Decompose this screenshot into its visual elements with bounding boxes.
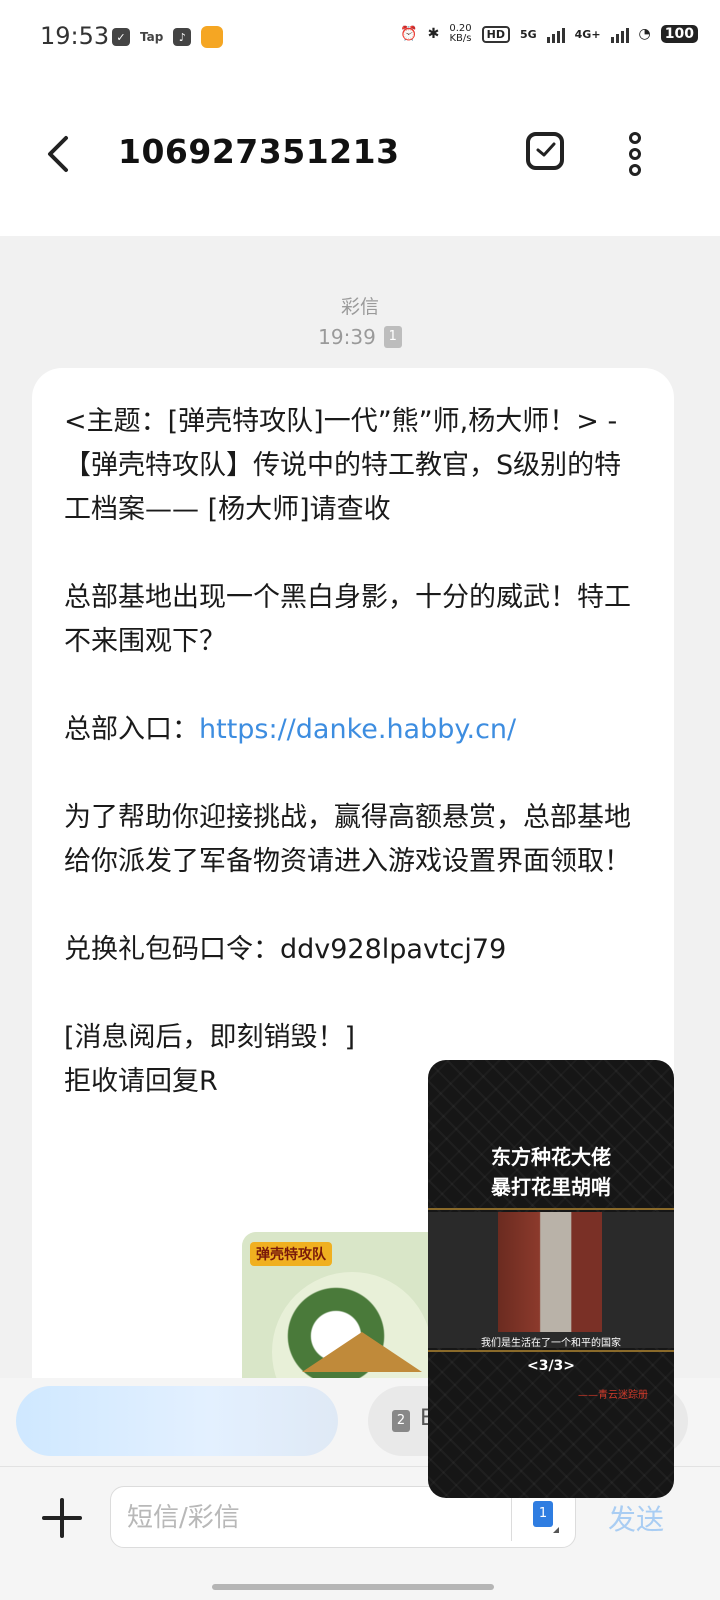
pip-title-line: 暴打花里胡哨 xyxy=(491,1175,611,1199)
signal-5g-label: 5G xyxy=(519,27,537,41)
gift-code-line: 兑换礼包码口令：ddv928lpavtcj79 xyxy=(64,934,507,965)
hd-icon: HD xyxy=(481,25,510,43)
send-button[interactable]: 发送 xyxy=(608,1498,664,1538)
pip-subtitle: ——青云迷踪册 xyxy=(578,1390,648,1401)
conversation-header: 106927351213 xyxy=(0,76,720,236)
status-bar: 19:53 ✓ Tap ♪ ⏰ ✱ 0.20 KB/s HD 5G 4G+ ◔ … xyxy=(0,0,720,76)
sim-2-icon: 2 xyxy=(392,1410,410,1432)
contact-number: 106927351213 xyxy=(118,132,400,171)
message-paragraph: 总部基地出现一个黑白身影，十分的威武！特工不来围观下？ xyxy=(64,582,631,657)
input-divider xyxy=(511,1495,512,1541)
destroy-notice: [消息阅后，即刻销毁！] xyxy=(64,1022,356,1053)
sim-select-button[interactable]: 1 xyxy=(533,1501,559,1533)
home-indicator[interactable] xyxy=(212,1584,494,1590)
chevron-left-icon[interactable] xyxy=(44,134,74,174)
message-entrance: 总部入口：https://danke.habby.cn/ xyxy=(64,708,644,752)
pip-divider xyxy=(428,1350,674,1352)
battery-icon: 100 xyxy=(660,25,698,43)
doorway-scene xyxy=(498,1212,602,1332)
clipboard-icon: ✓ xyxy=(112,28,130,46)
bluetooth-icon: ✱ xyxy=(427,26,440,42)
message-link[interactable]: https://danke.habby.cn/ xyxy=(199,714,516,745)
message-text: <主题：[弹壳特攻队]一代”熊”师,杨大师！> - 【弹壳特攻队】传说中的特工教… xyxy=(64,400,644,1104)
suggestion-chip-blurred[interactable] xyxy=(16,1386,338,1456)
pip-title-line: 东方种花大佬 xyxy=(491,1145,611,1169)
message-time-row: 19:39 1 xyxy=(0,325,720,349)
game-logo: 弹壳特攻队 xyxy=(250,1242,332,1266)
message-meta: 彩信 19:39 1 xyxy=(0,292,720,349)
pip-video-window[interactable]: 东方种花大佬 暴打花里胡哨 我们是生活在了一个和平的国家 <3/3> ——青云迷… xyxy=(428,1060,674,1498)
pip-counter: <3/3> xyxy=(526,1358,576,1374)
tiktok-icon: ♪ xyxy=(173,28,192,46)
notification-icons: ✓ Tap ♪ xyxy=(112,26,224,48)
status-time: 19:53 xyxy=(40,22,110,50)
wifi-icon: ◔ xyxy=(638,26,651,42)
tap-icon: Tap xyxy=(140,30,164,44)
network-speed-unit: KB/s xyxy=(449,33,472,44)
alarm-icon: ⏰ xyxy=(400,26,418,42)
message-time: 19:39 xyxy=(318,325,376,349)
dropdown-indicator-icon xyxy=(553,1527,559,1533)
checkbox-icon[interactable] xyxy=(526,132,564,170)
pip-divider xyxy=(428,1208,674,1210)
message-subject: <主题：[弹壳特攻队]一代”熊”师,杨大师！> - 【弹壳特攻队】传说中的特工教… xyxy=(64,406,622,525)
system-icons: ⏰ ✱ 0.20 KB/s HD 5G 4G+ ◔ 100 xyxy=(400,24,698,44)
pip-video-frame: 我们是生活在了一个和平的国家 xyxy=(428,1212,674,1349)
signal-5g-icon xyxy=(546,25,565,43)
message-type: 彩信 xyxy=(340,296,379,318)
signal-4g-label: 4G+ xyxy=(574,27,601,41)
message-input[interactable] xyxy=(125,1497,509,1539)
more-vertical-icon[interactable] xyxy=(624,132,646,176)
pip-title: 东方种花大佬 暴打花里胡哨 xyxy=(428,1142,674,1202)
sim-card-icon: 1 xyxy=(533,1501,553,1527)
signal-4g-icon xyxy=(610,25,629,43)
plus-icon[interactable] xyxy=(42,1498,82,1538)
sim-icon: 1 xyxy=(383,326,402,348)
network-speed: 0.20 KB/s xyxy=(449,24,471,44)
message-paragraph: 为了帮助你迎接挑战，赢得高额悬赏，总部基地给你派发了军备物资请进入游戏设置界面领… xyxy=(64,802,631,877)
pip-caption: 我们是生活在了一个和平的国家 xyxy=(481,1338,621,1349)
game-icon xyxy=(201,26,224,48)
entrance-label: 总部入口： xyxy=(64,714,199,745)
